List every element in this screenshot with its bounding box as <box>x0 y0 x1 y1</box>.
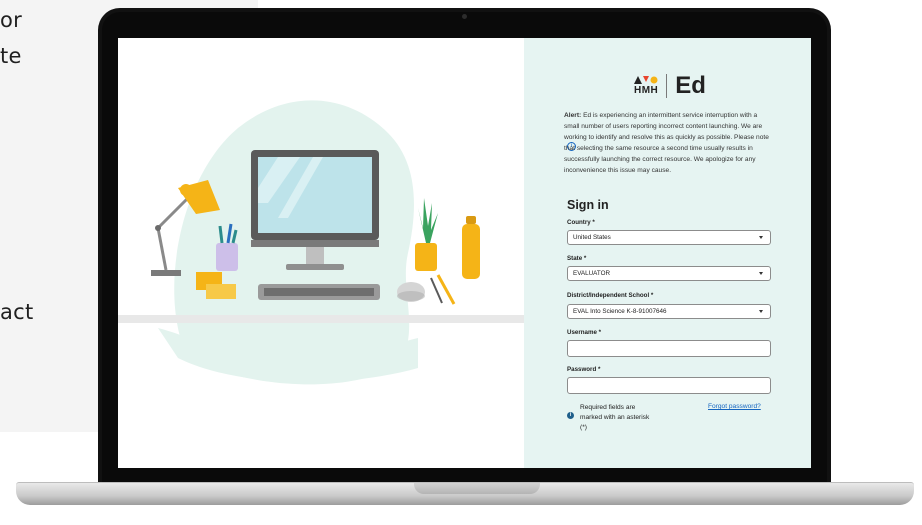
country-value: United States <box>573 234 611 241</box>
ed-wordmark: Ed <box>675 72 706 99</box>
sticky-note-2 <box>206 284 236 299</box>
hmh-logo: HMH <box>634 76 658 96</box>
plant-leaves <box>418 198 438 243</box>
username-label: Username * <box>567 329 602 336</box>
desk-illustration <box>118 38 524 468</box>
pen-1 <box>218 225 224 244</box>
lamp-arm-lower <box>156 227 168 271</box>
country-label: Country * <box>567 219 595 226</box>
state-label: State * <box>567 255 587 262</box>
signin-heading: Sign in <box>567 198 609 212</box>
district-value: EVAL Into Science K-8-91007646 <box>573 308 667 315</box>
signin-panel: HMH Ed i Alert: Ed is experiencing an in… <box>524 38 811 468</box>
state-value: EVALUATOR <box>573 270 611 277</box>
background-text-line-2: te <box>0 44 22 68</box>
desk-scene-svg <box>118 100 524 385</box>
plant-pot <box>415 243 437 271</box>
chevron-down-icon <box>759 272 763 275</box>
laptop-base <box>16 482 914 505</box>
state-select[interactable]: EVALUATOR <box>567 266 771 281</box>
hmh-ed-logo: HMH Ed <box>634 72 706 100</box>
laptop-screen: HMH Ed i Alert: Ed is experiencing an in… <box>118 38 811 468</box>
water-bottle <box>462 224 480 279</box>
laptop-base-notch <box>414 483 540 494</box>
required-fields-note: Required fields are marked with an aster… <box>580 404 650 431</box>
monitor-stand <box>286 264 344 270</box>
forgot-password-link[interactable]: Forgot password? <box>708 403 761 410</box>
hmh-wordmark: HMH <box>634 85 659 96</box>
hmh-shapes-icon <box>634 76 658 84</box>
background-text-line-3: act <box>0 300 34 324</box>
logo-separator <box>666 74 668 98</box>
district-select[interactable]: EVAL Into Science K-8-91007646 <box>567 304 771 319</box>
country-select[interactable]: United States <box>567 230 771 245</box>
keyboard-keys <box>264 288 374 296</box>
district-label: District/Independent School * <box>567 292 654 299</box>
monitor-chin <box>251 240 379 247</box>
password-label: Password * <box>567 366 601 373</box>
chevron-down-icon <box>759 236 763 239</box>
desk-surface <box>118 315 524 323</box>
lamp-base <box>151 270 181 276</box>
laptop-camera <box>462 14 467 19</box>
monitor-neck <box>306 247 324 265</box>
lamp-joint <box>155 225 161 231</box>
hmh-logo-shapes <box>634 76 658 84</box>
service-alert: Alert: Ed is experiencing an intermitten… <box>564 110 774 176</box>
password-input[interactable] <box>567 377 771 394</box>
username-input[interactable] <box>567 340 771 357</box>
water-bottle-cap <box>466 216 476 224</box>
pen-cup <box>216 243 238 271</box>
info-filled-icon: i <box>567 412 574 419</box>
alert-message: Ed is experiencing an intermittent servi… <box>564 112 769 174</box>
chevron-down-icon <box>759 310 763 313</box>
lamp-head <box>180 184 192 196</box>
alert-title: Alert: <box>564 112 582 119</box>
background-text-line-1: or <box>0 8 23 32</box>
mouse-shadow <box>397 291 425 301</box>
